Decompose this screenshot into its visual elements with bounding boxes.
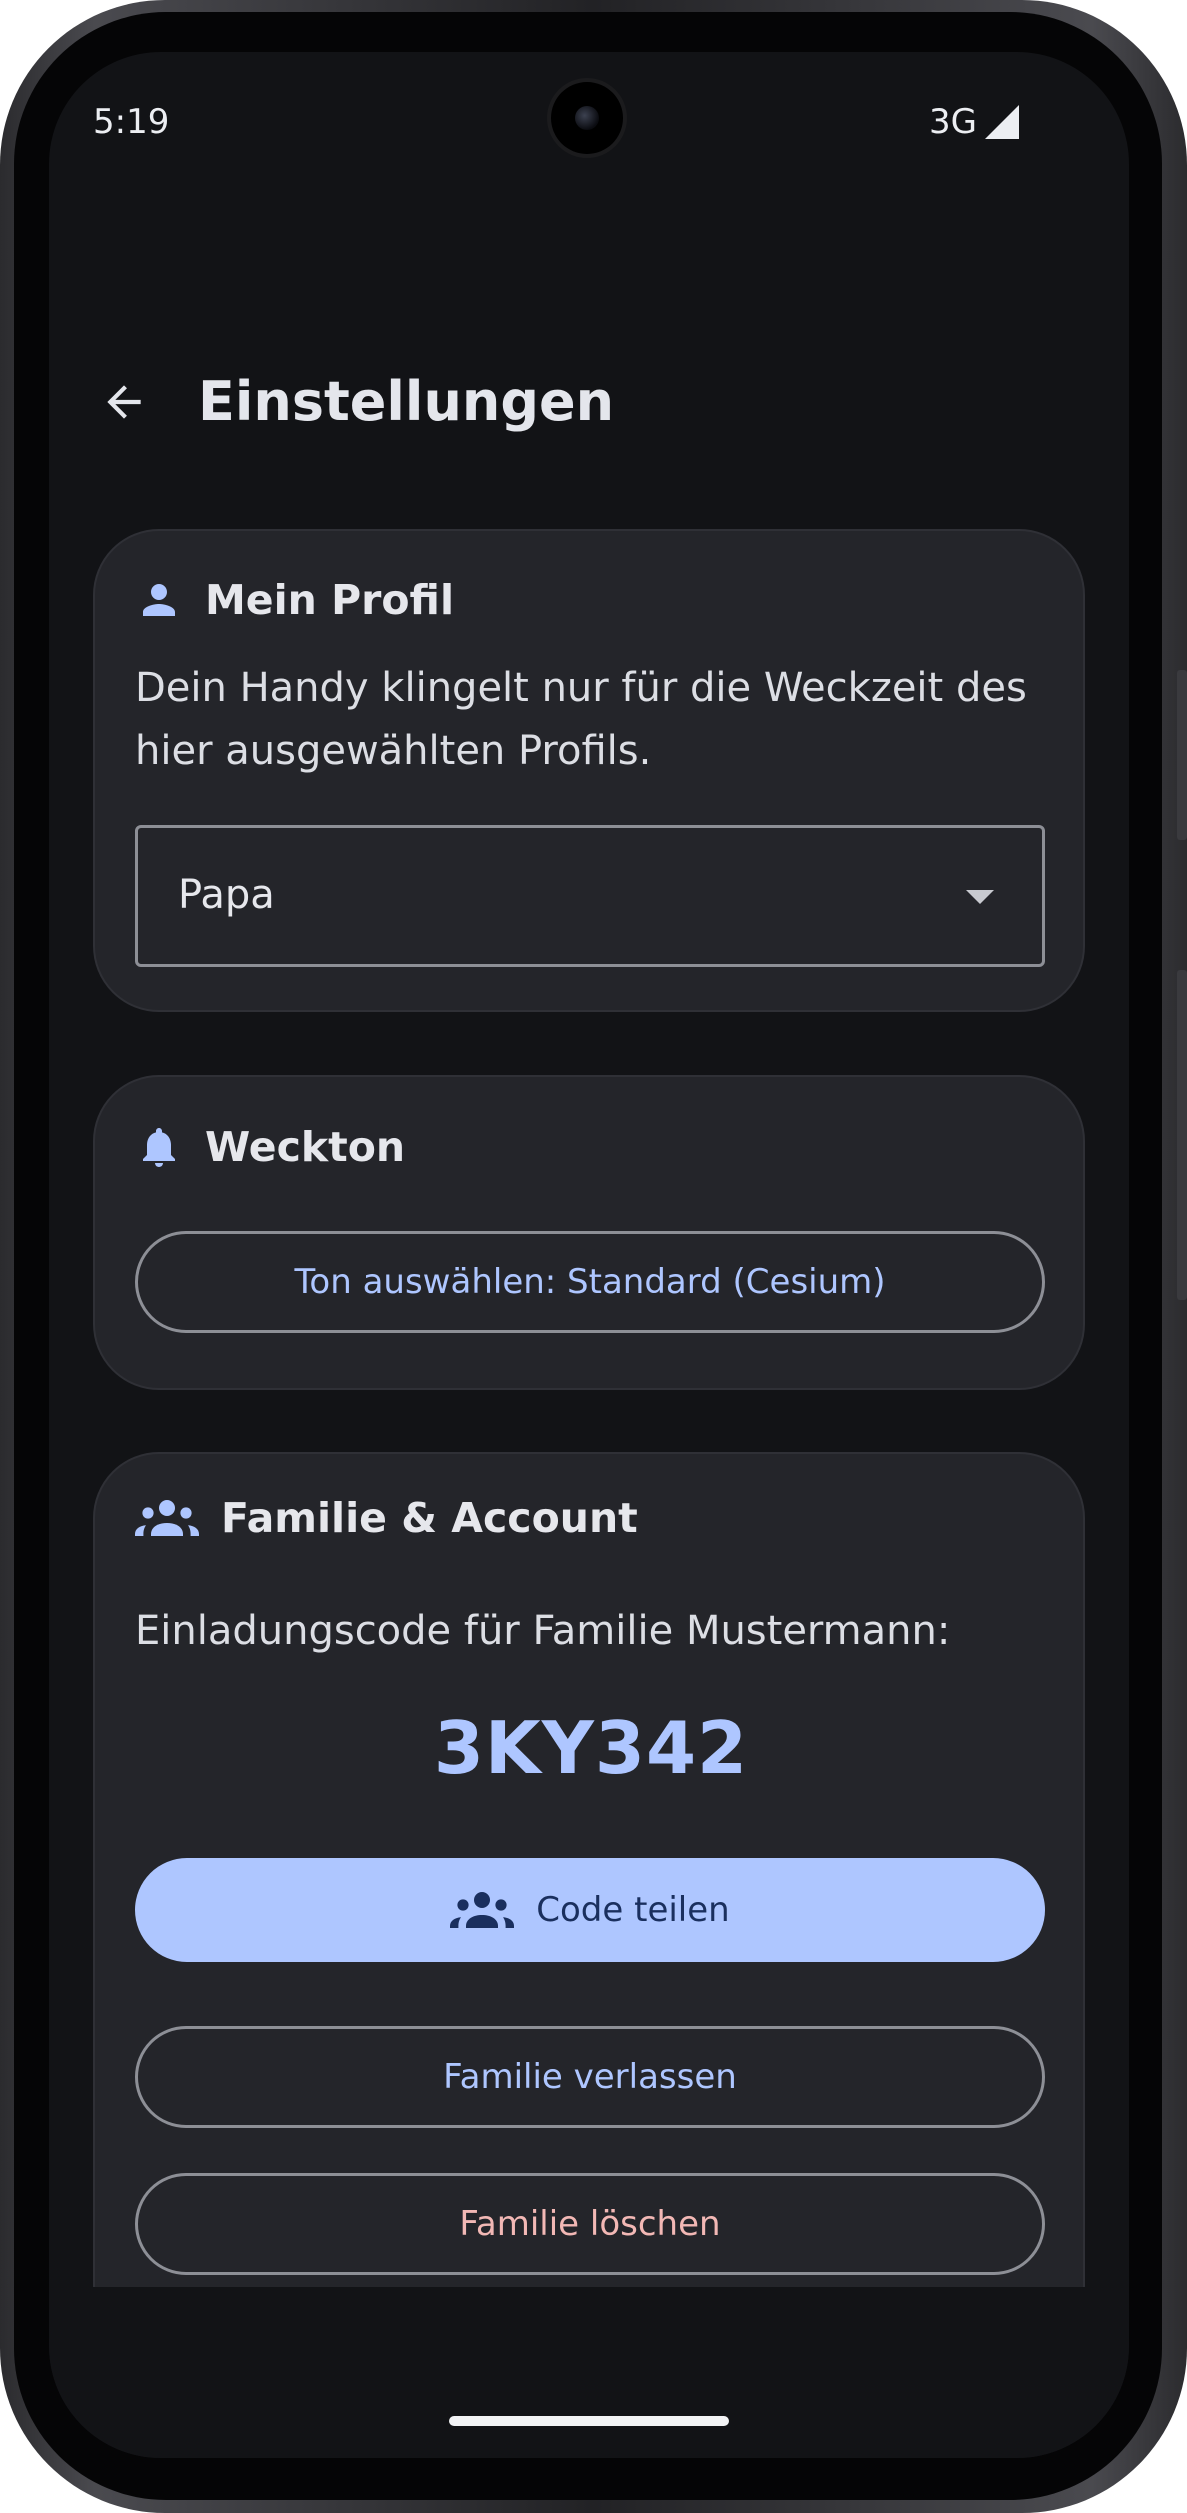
navigation-area xyxy=(49,2287,1129,2458)
profile-card: Mein Profil Dein Handy klingelt nur für … xyxy=(93,529,1085,1012)
arrow-back-icon[interactable] xyxy=(99,377,149,427)
family-card-title: Familie & Account xyxy=(221,1494,638,1542)
share-code-button[interactable]: Code teilen xyxy=(135,1858,1045,1962)
signal-icon xyxy=(985,105,1019,139)
group-icon xyxy=(135,1500,199,1536)
status-indicators: 3G xyxy=(929,102,1019,142)
dropdown-arrow-icon xyxy=(966,890,994,904)
ringtone-card: Weckton Ton auswählen: Standard (Cesium) xyxy=(93,1075,1085,1390)
invite-code: 3KY342 xyxy=(433,1706,749,1790)
invite-code-label: Einladungscode für Familie Mustermann: xyxy=(135,1608,951,1654)
phone-frame: 5:19 3G Einstellungen Mein Profil Dein H… xyxy=(0,0,1187,2513)
profile-dropdown-value: Papa xyxy=(178,872,275,918)
power-button xyxy=(1177,670,1187,840)
profile-dropdown[interactable]: Papa xyxy=(135,825,1045,967)
group-icon xyxy=(450,1892,515,1928)
delete-family-button[interactable]: Familie löschen xyxy=(135,2173,1045,2275)
screen: 5:19 3G Einstellungen Mein Profil Dein H… xyxy=(49,52,1129,2458)
family-card: Familie & Account Einladungscode für Fam… xyxy=(93,1452,1085,2352)
network-type: 3G xyxy=(929,102,977,142)
ringtone-card-header: Weckton xyxy=(135,1121,405,1173)
page-title: Einstellungen xyxy=(198,370,615,433)
select-ringtone-button[interactable]: Ton auswählen: Standard (Cesium) xyxy=(135,1231,1045,1333)
person-icon xyxy=(143,584,175,616)
bell-icon xyxy=(143,1128,175,1167)
profile-card-header: Mein Profil xyxy=(135,576,454,624)
ringtone-card-title: Weckton xyxy=(205,1123,406,1171)
front-camera xyxy=(551,82,623,154)
status-time: 5:19 xyxy=(93,102,170,142)
share-code-label: Code teilen xyxy=(536,1890,730,1930)
profile-card-title: Mein Profil xyxy=(205,576,455,624)
home-indicator[interactable] xyxy=(449,2416,729,2426)
volume-button xyxy=(1177,970,1187,1300)
leave-family-button[interactable]: Familie verlassen xyxy=(135,2026,1045,2128)
family-card-header: Familie & Account xyxy=(135,1494,638,1542)
profile-description: Dein Handy klingelt nur für die Weckzeit… xyxy=(135,665,1027,774)
